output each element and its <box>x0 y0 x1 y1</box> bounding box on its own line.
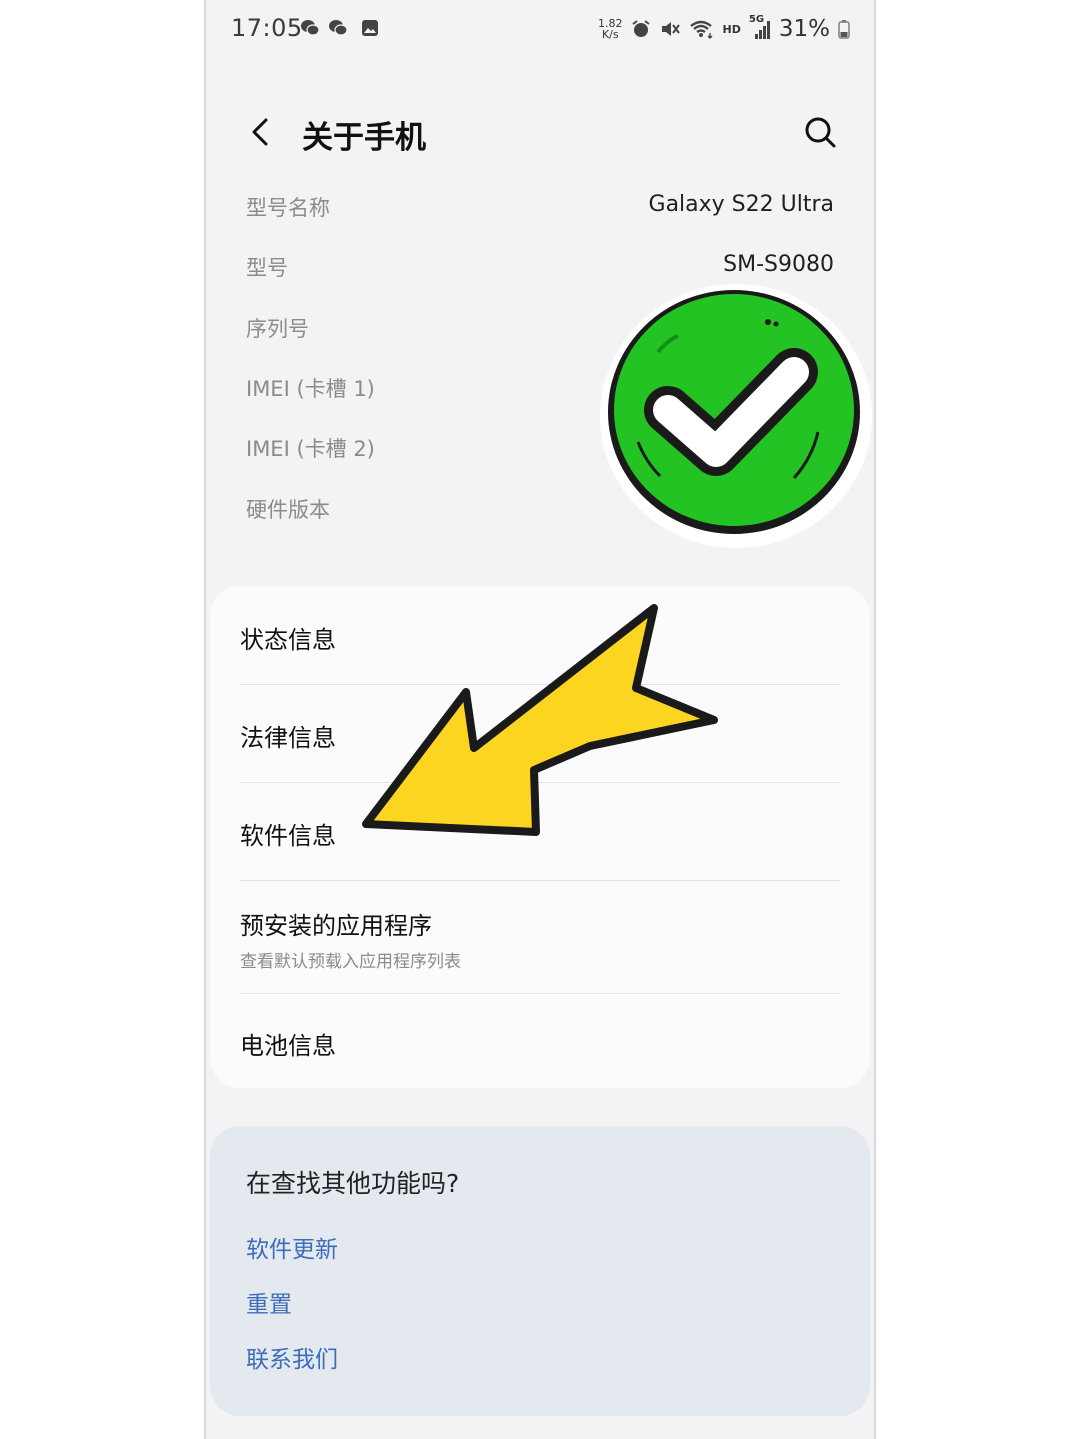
info-label: 型号 <box>246 256 288 280</box>
signal-bars-icon <box>754 21 770 39</box>
back-button[interactable] <box>240 110 280 154</box>
info-value: SM-S9080 <box>723 252 834 277</box>
arrow-sticker-icon <box>362 604 718 836</box>
link-software-update[interactable]: 软件更新 <box>246 1230 338 1264</box>
menu-label: 电池信息 <box>240 1032 336 1060</box>
signal-5g-icon: 5G <box>749 14 771 40</box>
gallery-icon <box>362 20 378 36</box>
info-value: Galaxy S22 Ultra <box>648 192 834 217</box>
menu-sublabel: 查看默认预载入应用程序列表 <box>240 952 461 972</box>
status-right-group: 1.82 K/s HD 5G 31% <box>598 14 850 44</box>
phone-edge-left <box>204 0 206 1439</box>
link-reset[interactable]: 重置 <box>246 1285 292 1319</box>
search-button[interactable] <box>800 110 840 154</box>
divider <box>240 993 840 994</box>
wechat-icon <box>329 20 348 36</box>
status-bar: 17:05 1.82 K/s HD 5G 31% <box>204 0 876 60</box>
net-speed: 1.82 K/s <box>598 18 623 40</box>
status-time: 17:05 <box>231 14 303 42</box>
battery-percent: 31% <box>778 16 830 42</box>
app-header: 关于手机 <box>204 100 876 164</box>
search-icon <box>805 117 836 148</box>
menu-item-battery-info[interactable]: 电池信息 <box>240 1010 840 1070</box>
chevron-left-icon <box>252 118 268 146</box>
hd-icon: HD <box>722 22 741 36</box>
info-label: IMEI (卡槽 2) <box>246 437 375 461</box>
menu-item-preinstalled-apps[interactable]: 预安装的应用程序 查看默认预载入应用程序列表 <box>240 906 840 978</box>
battery-icon <box>838 20 850 39</box>
divider <box>240 880 840 881</box>
info-row-model-name: 型号名称 Galaxy S22 Ultra <box>246 192 834 232</box>
mute-icon <box>661 22 680 36</box>
phone-edge-right <box>874 0 876 1439</box>
info-label: 序列号 <box>246 317 309 341</box>
link-contact-us[interactable]: 联系我们 <box>246 1340 338 1374</box>
net-speed-unit: K/s <box>601 28 619 41</box>
wifi-icon <box>689 20 713 39</box>
page-title: 关于手机 <box>302 120 426 156</box>
alarm-icon <box>631 20 650 37</box>
checkmark-sticker-icon <box>600 284 872 548</box>
wechat-icon <box>301 20 320 36</box>
phone-screen: 17:05 1.82 K/s HD 5G 31% 关于手机 型号名称 Galax… <box>204 0 876 1439</box>
info-label: 硬件版本 <box>246 498 330 522</box>
info-label: IMEI (卡槽 1) <box>246 377 375 401</box>
menu-label: 预安装的应用程序 <box>240 912 432 940</box>
looking-for-card: 在查找其他功能吗? 软件更新 重置 联系我们 <box>210 1126 870 1416</box>
looking-for-title: 在查找其他功能吗? <box>246 1169 460 1198</box>
info-label: 型号名称 <box>246 196 330 220</box>
